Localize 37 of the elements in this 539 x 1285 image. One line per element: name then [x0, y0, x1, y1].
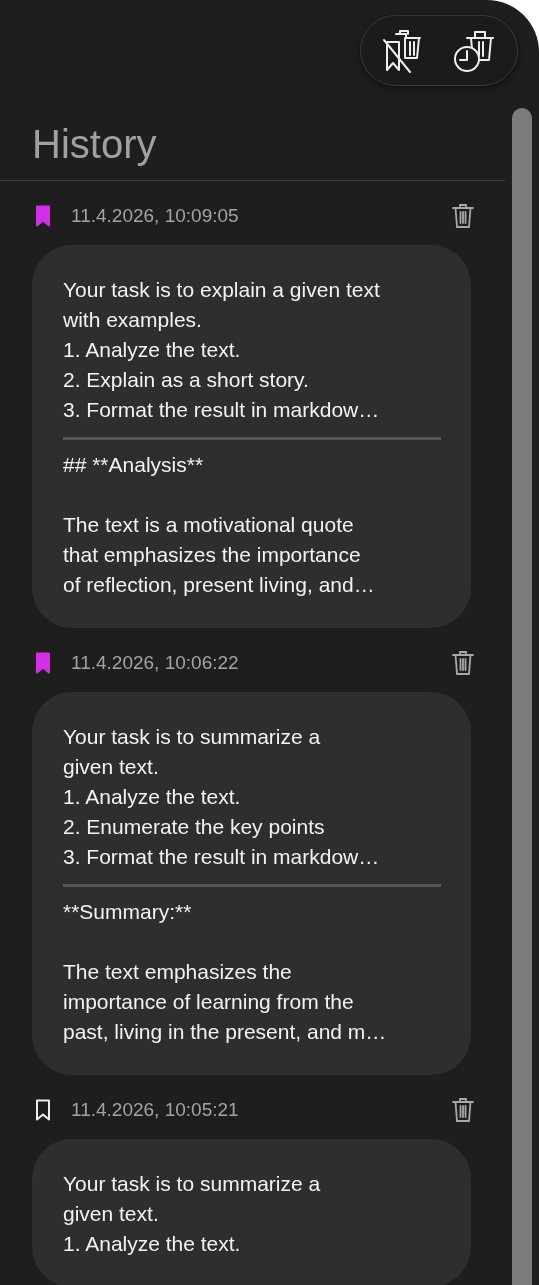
prompt-line: 1. Analyze the text. [63, 337, 242, 363]
prompt-line: 2. Explain as a short story. [63, 367, 310, 393]
response-line: The text is a motivational quote [63, 512, 355, 538]
timestamp: 11.4.2026, 10:06:22 [71, 652, 240, 674]
history-card[interactable] [32, 245, 471, 628]
filled-bookmark-icon[interactable] [35, 652, 51, 674]
timestamp: 11.4.2026, 10:05:21 [71, 1099, 240, 1121]
trash-icon[interactable] [452, 1097, 474, 1123]
prompt-line: with examples. [63, 307, 203, 333]
response-line: of reflection, present living, and… [63, 572, 376, 598]
prompt-line: 1. Analyze the text. [63, 1231, 242, 1257]
history-card[interactable] [32, 692, 471, 1075]
prompt-line: Your task is to summarize a [63, 724, 322, 750]
bookmark-off-trash-icon [383, 27, 423, 74]
prompt-line: 2. Enumerate the key points [63, 814, 326, 840]
filled-bookmark-icon[interactable] [35, 205, 51, 227]
prompt-line: given text. [63, 754, 160, 780]
prompt-line: 1. Analyze the text. [63, 784, 242, 810]
prompt-line: 3. Format the result in markdow… [63, 844, 381, 870]
trash-icon[interactable] [452, 203, 474, 229]
response-line: The text emphasizes the [63, 959, 293, 985]
bookmark-icon[interactable] [35, 1099, 51, 1121]
history-card[interactable]: Your task is to summarize a given text. 1. Analyze the text. [32, 1139, 471, 1285]
response-line: ## **Analysis** [63, 452, 205, 478]
response-line: importance of learning from the [63, 989, 355, 1015]
timestamp: 11.4.2026, 10:09:05 [71, 205, 240, 227]
response-line: **Summary:** [63, 899, 193, 925]
response-line: past, living in the present, and m… [63, 1019, 388, 1045]
trash-icon[interactable] [452, 650, 474, 676]
scrollbar-thumb[interactable] [512, 108, 532, 1285]
prompt-line: Your task is to explain a given text [63, 277, 381, 303]
delete-unbookmarked-button[interactable] [383, 27, 423, 74]
history-title: History [0, 86, 505, 181]
prompt-line: 3. Format the result in markdow… [63, 397, 381, 423]
response-line: that emphasizes the importance [63, 542, 362, 568]
prompt-line: given text. [63, 1201, 160, 1227]
prompt-line: Your task is to summarize a [63, 1171, 322, 1197]
